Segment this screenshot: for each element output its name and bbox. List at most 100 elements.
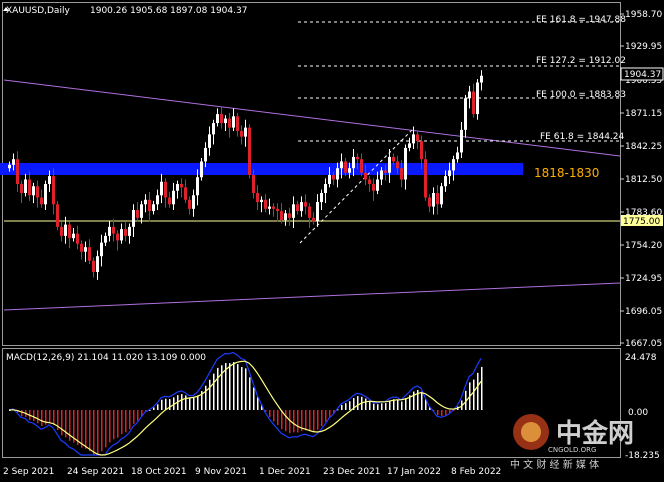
macd-bar [397,399,399,410]
symbol-label: XAUUSD,Daily [6,6,70,16]
macd-bar [53,410,55,425]
bull-candle [100,242,103,257]
bull-candle [348,168,351,173]
bear-candle [188,199,191,209]
bear-candle [68,224,71,239]
date-tick: 23 Dec 2021 [323,467,381,477]
price-tick: 1812.50 [625,175,662,185]
macd-bar [21,410,23,417]
price-tick: 1842.25 [625,142,662,152]
bull-candle [380,170,383,180]
macd-bar [441,410,443,417]
macd-bar [401,401,403,410]
price-tick: 1958.70 [625,10,662,20]
bull-candle [336,168,339,180]
bear-candle [308,206,311,218]
bear-candle [164,181,167,198]
macd-bar [293,410,295,433]
bull-candle [268,206,271,209]
support-resistance-zone [0,163,523,175]
macd-bar [77,410,79,445]
bull-candle [340,161,343,169]
macd-bar [445,410,447,416]
price-tick: 1724.95 [625,274,662,284]
bear-candle [428,197,431,207]
macd-bar [369,400,371,410]
macd-bar [385,403,387,410]
bear-candle [344,161,347,173]
macd-bar [221,365,223,410]
bear-candle [228,118,231,128]
bear-candle [384,170,387,173]
bull-candle [316,202,319,222]
bull-candle [216,114,219,124]
bear-candle [28,179,31,196]
bear-candle [472,91,475,115]
bull-candle [12,159,15,165]
macd-bar [249,377,251,410]
bear-candle [416,134,419,142]
macd-bar [101,410,103,452]
zone-label: 1818-1830 [534,166,599,180]
macd-bar [365,398,367,410]
macd-bar [473,379,475,410]
macd-bar [205,385,207,410]
macd-bar [237,364,239,410]
bull-candle [172,190,175,205]
bear-candle [424,159,427,198]
bull-candle [132,209,135,227]
macd-bar [481,366,483,410]
price-tick: 1667.05 [625,339,662,349]
bull-candle [192,195,195,209]
macd-bar [197,395,199,410]
macd-bar [125,410,127,433]
bull-candle [324,183,327,194]
bear-candle [288,213,291,218]
macd-bar [193,398,195,410]
bear-candle [392,156,395,162]
bull-candle [464,98,467,130]
bear-candle [372,183,375,191]
bear-candle [332,174,335,180]
ohlc-readout: 1900.26 1905.68 1897.08 1904.37 [90,6,247,16]
bull-candle [476,82,479,115]
bull-candle [404,147,407,180]
bull-candle [232,116,235,128]
date-tick: 24 Sep 2021 [67,467,124,477]
bear-candle [80,243,83,252]
bear-candle [124,229,127,236]
bear-candle [356,156,359,160]
bull-candle [128,226,131,236]
bear-candle [180,183,183,188]
macd-bar [389,400,391,410]
macd-bar [281,410,283,430]
bear-candle [56,204,59,227]
bull-candle [208,134,211,148]
fib-label-127-2: FE 127.2 = 1912.02 [536,56,626,66]
macd-bar [153,407,155,410]
macd-bar [213,373,215,410]
bull-candle [8,164,11,169]
bear-candle [304,202,307,207]
macd-bar [37,410,39,424]
macd-bar [233,362,235,410]
macd-bar [269,410,271,418]
bull-candle [388,156,391,173]
bull-candle [64,224,67,236]
bull-candle [224,118,227,124]
macd-bar [313,410,315,433]
macd-bar [345,403,347,410]
macd-bar [113,410,115,440]
bear-candle [136,209,139,218]
macd-bar [405,398,407,410]
chart-background [0,0,664,482]
macd-bar [217,367,219,410]
bull-candle [284,213,287,221]
macd-bar [437,410,439,416]
macd-bar [297,410,299,433]
bull-candle [444,176,447,187]
macd-bar [341,404,343,410]
bear-candle [360,159,363,173]
macd-bar [273,410,275,422]
macd-bar [325,410,327,422]
